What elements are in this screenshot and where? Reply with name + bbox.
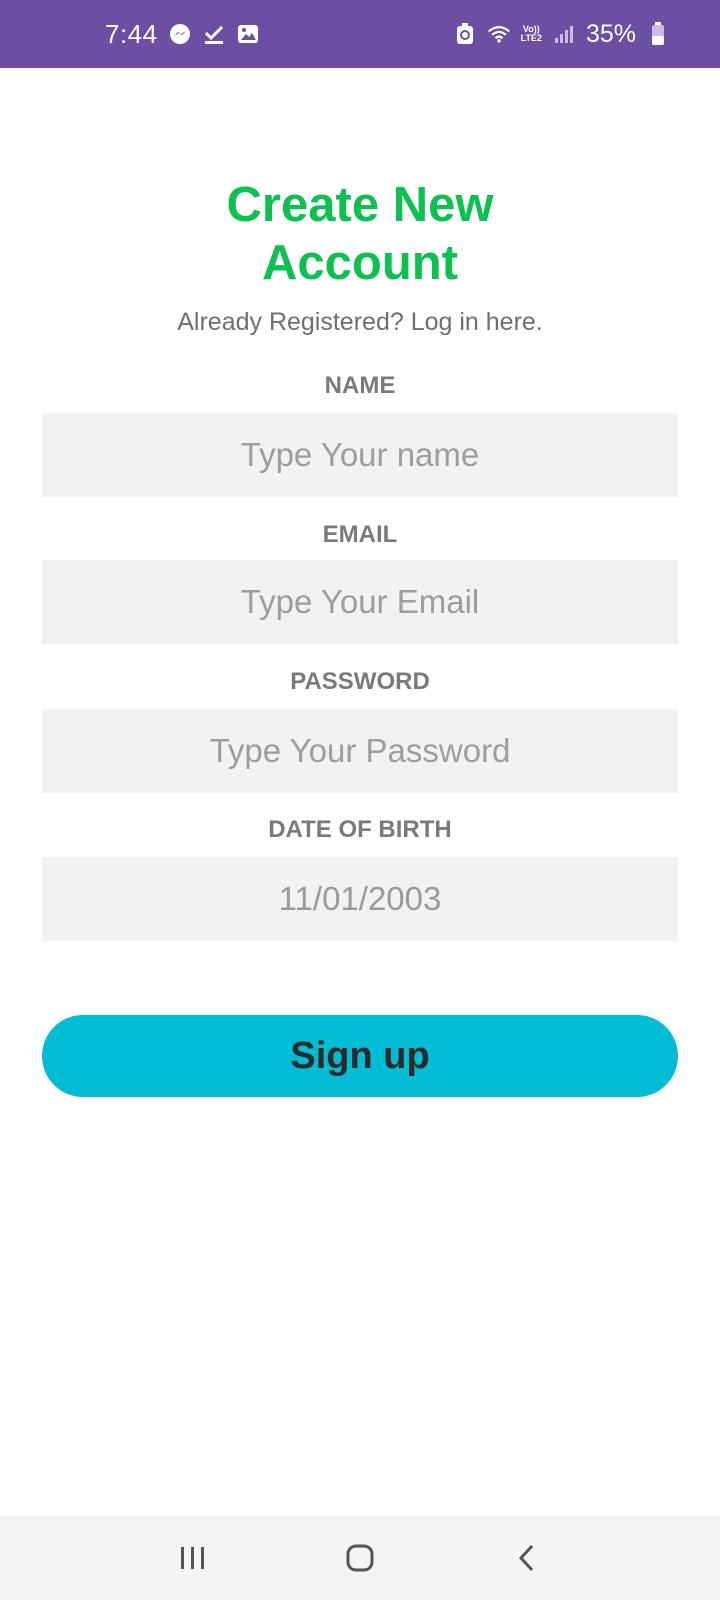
- battery-saver-icon: [453, 22, 477, 46]
- login-link[interactable]: Already Registered? Log in here.: [0, 308, 720, 337]
- signup-button[interactable]: Sign up: [42, 1015, 678, 1097]
- dob-label: DATE OF BIRTH: [268, 816, 452, 843]
- status-time: 7:44: [105, 18, 158, 49]
- download-check-icon: [202, 22, 226, 46]
- status-right: Vo)) LTE2 35%: [453, 20, 670, 49]
- home-icon: [346, 1544, 374, 1572]
- signup-screen: Create New Account Already Registered? L…: [0, 68, 720, 1516]
- gallery-icon: [236, 22, 260, 46]
- name-label: NAME: [324, 372, 396, 399]
- signal-icon: [552, 22, 576, 46]
- email-input[interactable]: [42, 560, 678, 644]
- password-label: PASSWORD: [290, 668, 430, 695]
- network-bottom-label: LTE2: [520, 33, 542, 43]
- back-icon: [518, 1544, 533, 1572]
- recent-apps-button[interactable]: [163, 1528, 223, 1588]
- back-button[interactable]: [497, 1528, 557, 1588]
- recent-apps-icon: [181, 1547, 205, 1569]
- password-input[interactable]: [42, 709, 678, 793]
- messenger-icon: [168, 22, 192, 46]
- network-type: Vo)) LTE2: [521, 25, 542, 43]
- name-input[interactable]: [42, 413, 678, 497]
- wifi-icon: [487, 22, 511, 46]
- status-left: 7:44: [105, 19, 260, 50]
- page-title-line1: Create New: [226, 178, 494, 232]
- home-button[interactable]: [330, 1528, 390, 1588]
- navigation-bar: [0, 1516, 720, 1600]
- status-bar: 7:44 Vo)) LTE2 35%: [0, 0, 720, 68]
- page-title-line2: Account: [262, 236, 458, 290]
- battery-icon: [646, 22, 670, 46]
- email-label: EMAIL: [322, 521, 398, 548]
- battery-percent: 35%: [585, 19, 636, 48]
- page-title: Create New Account: [0, 176, 720, 292]
- dob-input[interactable]: [42, 857, 678, 941]
